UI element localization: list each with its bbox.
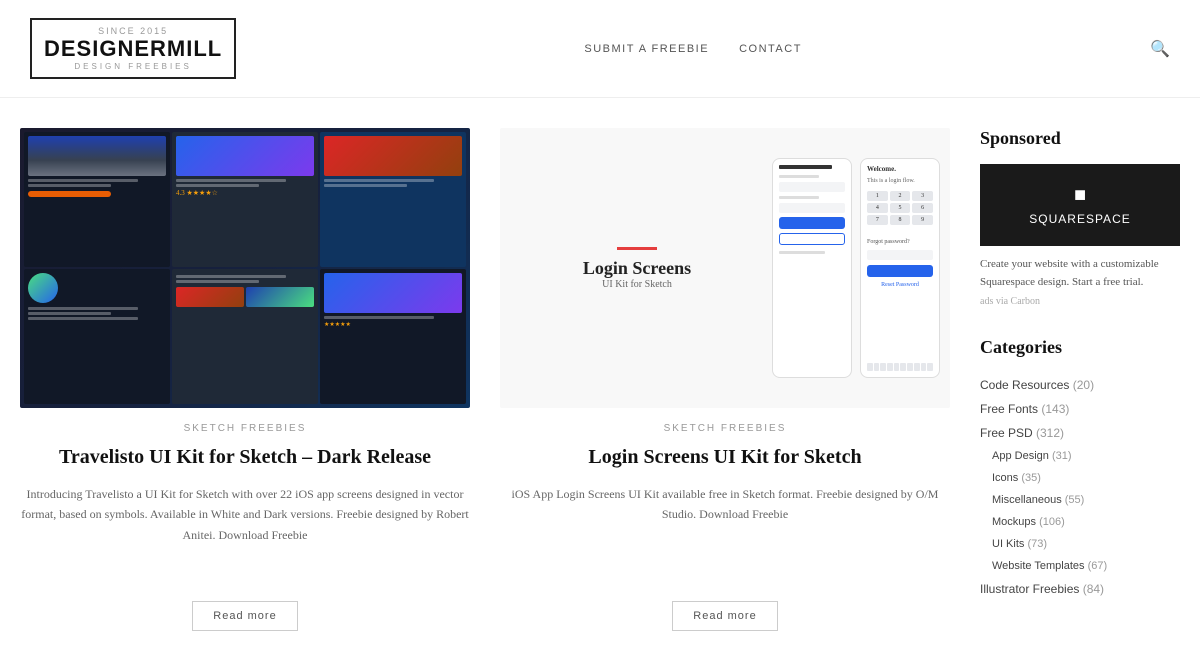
category-count: (67) xyxy=(1088,560,1108,572)
sponsor-box[interactable]: ■ SQUARESPACE xyxy=(980,164,1180,246)
category-count: (84) xyxy=(1083,582,1104,596)
mock-panel-6: ★★★★★ xyxy=(320,269,466,404)
category-link[interactable]: Mockups (106) xyxy=(992,516,1065,528)
mock-panel-2: 4.3 ★★★★☆ xyxy=(172,132,318,267)
category-link[interactable]: Icons (35) xyxy=(992,472,1041,484)
main-container: 4.3 ★★★★☆ xyxy=(0,98,1200,661)
logo[interactable]: SINCE 2015 DESIGNERMILL DESIGN FREEBIES xyxy=(30,18,236,79)
mock-panel-4 xyxy=(24,269,170,404)
category-item[interactable]: Icons (35) xyxy=(980,467,1180,489)
posts-area: 4.3 ★★★★☆ xyxy=(20,128,950,631)
squarespace-icon: ■ xyxy=(1000,184,1160,207)
category-list: Code Resources (20) Free Fonts (143) Free … xyxy=(980,373,1180,601)
category-link[interactable]: Free PSD (312) xyxy=(980,426,1064,440)
search-icon[interactable]: 🔍 xyxy=(1150,39,1170,59)
post-card-travelisto: 4.3 ★★★★☆ xyxy=(20,128,470,631)
category-link[interactable]: Code Resources (20) xyxy=(980,378,1094,392)
logo-since: SINCE 2015 xyxy=(44,26,222,36)
post-category-1: SKETCH FREEBIES xyxy=(20,423,470,434)
login-mock-title: Login Screens xyxy=(583,258,691,279)
logo-name: DESIGNERMILL xyxy=(44,36,222,62)
main-nav: SUBMIT A FREEBIE CONTACT xyxy=(584,43,802,55)
sponsor-ads-label: ads via Carbon xyxy=(980,296,1180,307)
post-title-1: Travelisto UI Kit for Sketch – Dark Rele… xyxy=(20,444,470,470)
logo-sub: DESIGN FREEBIES xyxy=(44,62,222,71)
sidebar-sponsored-section: Sponsored ■ SQUARESPACE Create your webs… xyxy=(980,128,1180,307)
login-red-line xyxy=(617,247,657,250)
category-item[interactable]: Free Fonts (143) xyxy=(980,397,1180,421)
category-count: (143) xyxy=(1041,402,1069,416)
category-count: (31) xyxy=(1052,450,1072,462)
login-mock-subtitle: UI Kit for Sketch xyxy=(602,279,672,290)
category-count: (35) xyxy=(1021,472,1041,484)
sponsor-description: Create your website with a customizable … xyxy=(980,256,1180,291)
category-link[interactable]: Miscellaneous (55) xyxy=(992,494,1084,506)
category-item[interactable]: Free PSD (312) xyxy=(980,421,1180,445)
category-count: (20) xyxy=(1073,378,1094,392)
category-item[interactable]: Code Resources (20) xyxy=(980,373,1180,397)
category-link[interactable]: Illustrator Freebies (84) xyxy=(980,582,1104,596)
category-count: (55) xyxy=(1065,494,1085,506)
mock-panel-5 xyxy=(172,269,318,404)
post-image-travelisto: 4.3 ★★★★☆ xyxy=(20,128,470,408)
site-header: SINCE 2015 DESIGNERMILL DESIGN FREEBIES … xyxy=(0,0,1200,98)
post-image-login: Login Screens UI Kit for Sketch xyxy=(500,128,950,408)
submit-freebie-link[interactable]: SUBMIT A FREEBIE xyxy=(584,43,709,55)
category-count: (73) xyxy=(1027,538,1047,550)
category-item[interactable]: App Design (31) xyxy=(980,445,1180,467)
post-excerpt-2: iOS App Login Screens UI Kit available f… xyxy=(500,484,950,581)
category-link[interactable]: App Design (31) xyxy=(992,450,1072,462)
post-card-login: Login Screens UI Kit for Sketch xyxy=(500,128,950,631)
login-center-text: Login Screens UI Kit for Sketch xyxy=(510,247,764,290)
login-phone-2: Welcome. This is a login flow. 1 2 3 4 5… xyxy=(860,158,940,378)
category-count: (106) xyxy=(1039,516,1065,528)
category-item[interactable]: Mockups (106) xyxy=(980,511,1180,533)
category-item[interactable]: Illustrator Freebies (84) xyxy=(980,577,1180,601)
mock-panel-3 xyxy=(320,132,466,267)
squarespace-logo: SQUARESPACE xyxy=(1000,212,1160,226)
post-excerpt-1: Introducing Travelisto a UI Kit for Sket… xyxy=(20,484,470,581)
categories-heading: Categories xyxy=(980,337,1180,358)
mock-panel-1 xyxy=(24,132,170,267)
contact-link[interactable]: CONTACT xyxy=(739,43,802,55)
login-mockup: Login Screens UI Kit for Sketch xyxy=(500,128,950,408)
post-title-2: Login Screens UI Kit for Sketch xyxy=(500,444,950,470)
sponsored-heading: Sponsored xyxy=(980,128,1180,149)
travelisto-mockup: 4.3 ★★★★☆ xyxy=(20,128,470,408)
sidebar: Sponsored ■ SQUARESPACE Create your webs… xyxy=(980,128,1180,631)
login-phone-1 xyxy=(772,158,852,378)
category-item[interactable]: Miscellaneous (55) xyxy=(980,489,1180,511)
category-link[interactable]: UI Kits (73) xyxy=(992,538,1047,550)
sidebar-categories-section: Categories Code Resources (20) Free Fonts… xyxy=(980,337,1180,601)
post-category-2: SKETCH FREEBIES xyxy=(500,423,950,434)
category-link[interactable]: Website Templates (67) xyxy=(992,560,1107,572)
category-item[interactable]: Website Templates (67) xyxy=(980,555,1180,577)
category-item[interactable]: UI Kits (73) xyxy=(980,533,1180,555)
category-count: (312) xyxy=(1036,426,1064,440)
category-link[interactable]: Free Fonts (143) xyxy=(980,402,1069,416)
